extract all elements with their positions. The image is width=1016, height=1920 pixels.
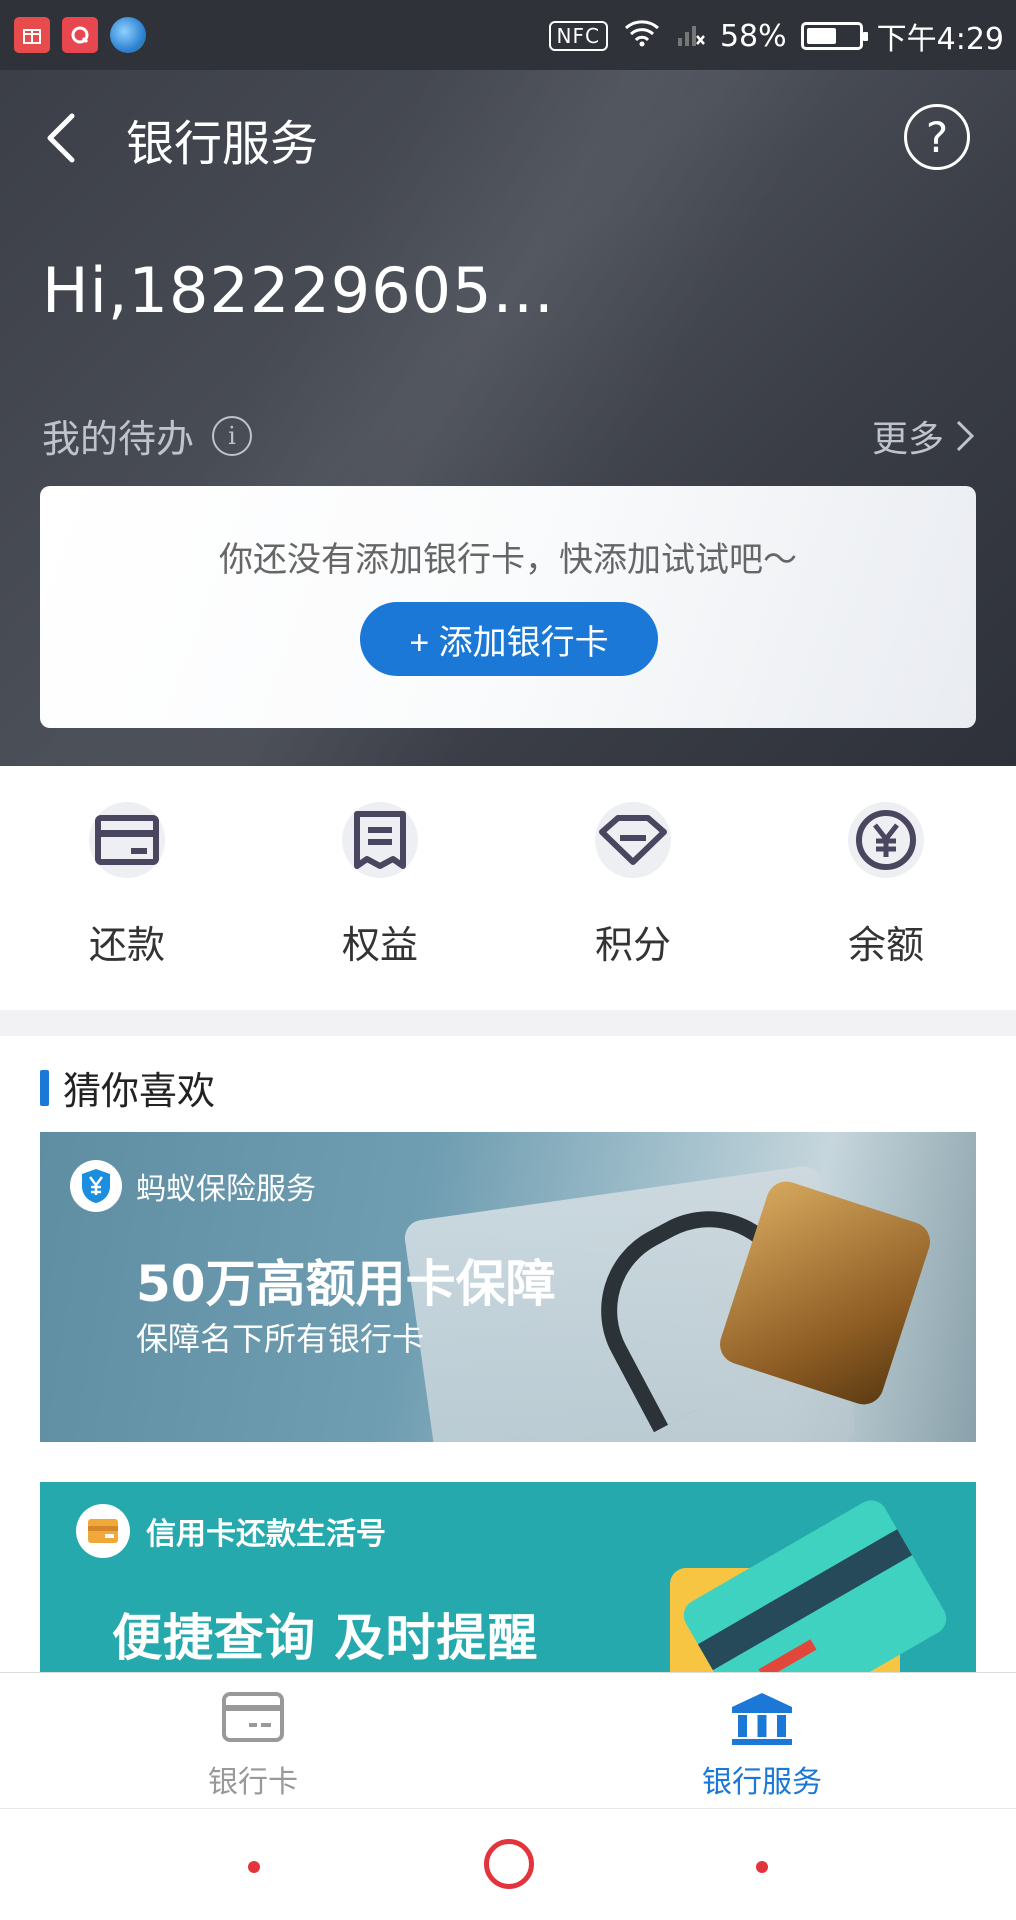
signal-icon [676, 16, 706, 56]
section-accent-bar [40, 1069, 49, 1106]
battery-percent: 58% [719, 18, 787, 54]
add-bank-card-button[interactable]: + 添加银行卡 [360, 602, 658, 676]
chevron-left-icon [47, 113, 75, 163]
nav-recents-dot[interactable] [756, 1861, 768, 1873]
battery-fill [806, 28, 836, 44]
status-bar: NFC 58% 下午4:29 [0, 0, 1016, 70]
gem-icon [595, 802, 671, 878]
banner-badge-text: 蚂蚁保险服务 [136, 1172, 316, 1207]
globe-icon [110, 17, 146, 53]
page-title: 银行服务 [126, 116, 319, 172]
banner-headline: 50万高额用卡保障 [136, 1255, 556, 1313]
system-nav-bar [0, 1808, 1016, 1920]
section-title-text: 猜你喜欢 [63, 1069, 216, 1113]
section-title: 猜你喜欢 [40, 1060, 215, 1115]
todo-label: 我的待办 [42, 417, 195, 461]
shield-yen-icon [70, 1160, 122, 1212]
tab-label: 银行服务 [702, 1765, 822, 1800]
wifi-icon [622, 16, 662, 56]
banner-badge: 蚂蚁保险服务 [70, 1160, 316, 1212]
clock: 下午4:29 [876, 22, 1004, 57]
app-root: NFC 58% 下午4:29 银行服务 ? Hi,182229605... 我的… [0, 0, 1016, 1920]
yen-icon [848, 802, 924, 878]
quick-action-balance[interactable]: 余额 [806, 802, 966, 969]
bank-building-icon [730, 1691, 794, 1747]
quick-action-repay[interactable]: 还款 [47, 802, 207, 969]
chevron-right-icon [956, 420, 975, 452]
more-label: 更多 [871, 419, 944, 460]
tab-bank-service[interactable]: 银行服务 [662, 1691, 862, 1801]
status-indicators: NFC 58% 下午4:29 [548, 14, 1004, 58]
banner-headline: 便捷查询 及时提醒 [112, 1609, 539, 1667]
battery-icon [800, 22, 868, 50]
empty-card-message: 你还没有添加银行卡，快添加试试吧～ [219, 540, 797, 580]
card-icon [89, 802, 165, 878]
banner-subline: 保障名下所有银行卡 [136, 1320, 425, 1358]
document-icon [342, 802, 418, 878]
help-icon: ? [925, 112, 949, 162]
notification-icons [14, 17, 146, 53]
tab-label: 银行卡 [208, 1765, 298, 1800]
quick-action-points[interactable]: 积分 [553, 802, 713, 969]
wallet-icon [76, 1504, 130, 1558]
banner-badge: 信用卡还款生活号 [76, 1504, 386, 1558]
recommendations-section: 猜你喜欢 蚂蚁保险服务 50万高额用卡保障 保障名下所有银行卡 信用卡还款生活号… [0, 1036, 1016, 1682]
insurance-banner[interactable]: 蚂蚁保险服务 50万高额用卡保障 保障名下所有银行卡 [40, 1132, 976, 1442]
nfc-icon: NFC [548, 21, 608, 51]
gift-app-icon [14, 17, 50, 53]
info-icon[interactable]: i [212, 415, 253, 456]
todo-card: 你还没有添加银行卡，快添加试试吧～ + 添加银行卡 [40, 486, 976, 728]
quick-action-label: 权益 [341, 923, 418, 967]
red-app-icon [62, 17, 98, 53]
quick-action-label: 还款 [88, 923, 165, 967]
todo-header: 我的待办 i [42, 408, 253, 463]
more-link[interactable]: 更多 [872, 410, 976, 462]
banner-badge-text: 信用卡还款生活号 [146, 1517, 386, 1552]
bank-card-icon [221, 1691, 285, 1747]
back-button[interactable] [40, 108, 84, 168]
quick-action-benefits[interactable]: 权益 [300, 802, 460, 969]
quick-action-label: 余额 [847, 923, 924, 967]
help-button[interactable]: ? [904, 104, 970, 170]
teal-card-illustration [677, 1494, 953, 1682]
quick-actions: 还款 权益 积分 余额 [0, 766, 1016, 1010]
nav-home-button[interactable] [484, 1839, 534, 1889]
greeting-text: Hi,182229605... [42, 254, 555, 327]
bottom-tab-bar: 银行卡 银行服务 [0, 1672, 1016, 1808]
credit-repay-banner[interactable]: 信用卡还款生活号 便捷查询 及时提醒 [40, 1482, 976, 1682]
quick-action-label: 积分 [594, 923, 671, 967]
nav-back-dot[interactable] [248, 1861, 260, 1873]
tab-bank-card[interactable]: 银行卡 [153, 1691, 353, 1801]
